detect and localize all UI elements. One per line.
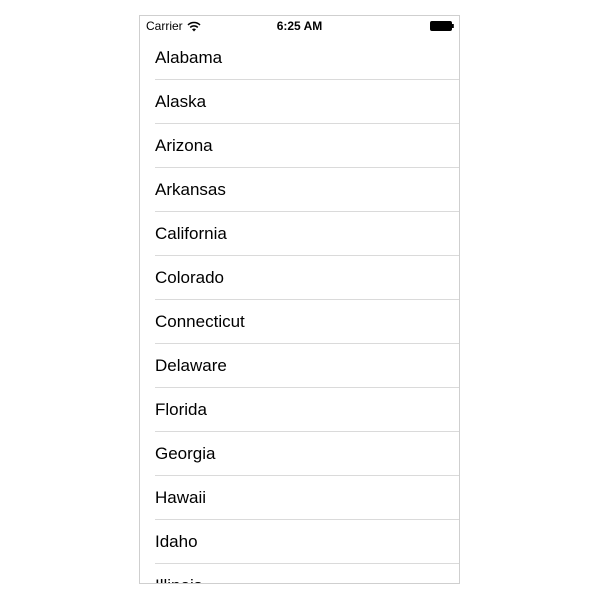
list-item-label: Arkansas bbox=[155, 180, 226, 199]
list-item-label: Florida bbox=[155, 400, 207, 419]
list-item[interactable]: Arkansas bbox=[140, 168, 459, 212]
list-item[interactable]: Illinois bbox=[140, 564, 459, 583]
list-item[interactable]: California bbox=[140, 212, 459, 256]
list-item[interactable]: Idaho bbox=[140, 520, 459, 564]
list-item-label: Idaho bbox=[155, 532, 198, 551]
list-item-label: Alaska bbox=[155, 92, 207, 111]
phone-screen: Carrier 6:25 AM Alabama Alaska Arizona Arka… bbox=[139, 15, 460, 584]
list-item-label: Alabama bbox=[155, 48, 223, 67]
list-item[interactable]: Florida bbox=[140, 388, 459, 432]
states-list[interactable]: Alabama Alaska Arizona Arkansas California Co… bbox=[140, 36, 459, 583]
status-time: 6:25 AM bbox=[276, 19, 323, 33]
list-item-label: California bbox=[155, 224, 227, 243]
list-item[interactable]: Colorado bbox=[140, 256, 459, 300]
battery-icon bbox=[430, 21, 454, 31]
list-item-label: Hawaii bbox=[155, 488, 207, 507]
list-item[interactable]: Connecticut bbox=[140, 300, 459, 344]
list-item-label: Colorado bbox=[155, 268, 224, 287]
list-item-label: Arizona bbox=[155, 136, 213, 155]
list-item-label: Illinois bbox=[155, 576, 202, 583]
list-item-label: Georgia bbox=[155, 444, 216, 463]
list-item[interactable]: Georgia bbox=[140, 432, 459, 476]
list-item[interactable]: Alaska bbox=[140, 80, 459, 124]
list-item[interactable]: Alabama bbox=[140, 36, 459, 80]
list-item[interactable]: Hawaii bbox=[140, 476, 459, 520]
list-item-label: Delaware bbox=[155, 356, 227, 375]
list-item[interactable]: Arizona bbox=[140, 124, 459, 168]
status-bar: Carrier 6:25 AM bbox=[140, 16, 459, 36]
list-item[interactable]: Delaware bbox=[140, 344, 459, 388]
list-item-label: Connecticut bbox=[155, 312, 245, 331]
